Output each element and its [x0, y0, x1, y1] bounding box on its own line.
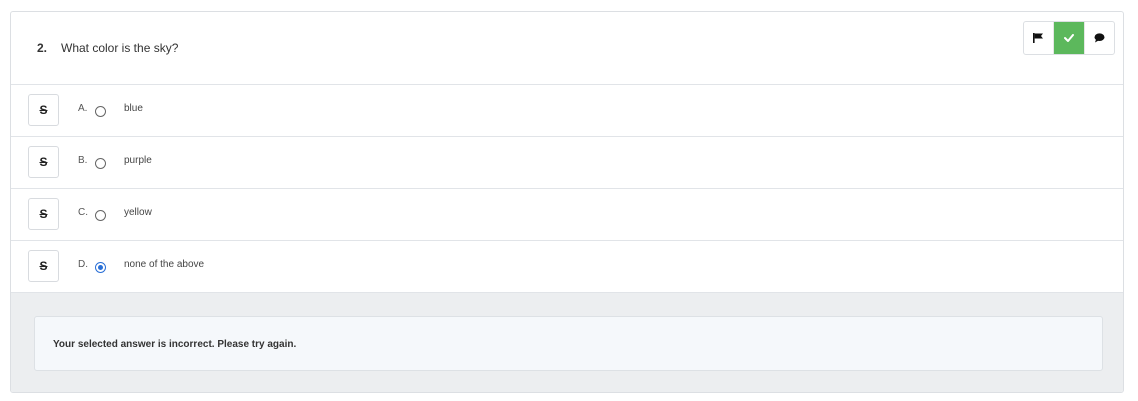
option-radio[interactable]	[95, 210, 106, 221]
option-letter: B.	[78, 155, 88, 166]
question-number: 2.	[37, 41, 48, 55]
option-b[interactable]: S B. purple	[11, 137, 1123, 189]
option-text: blue	[124, 103, 143, 114]
option-letter: C.	[78, 207, 88, 218]
strikethrough-icon: S	[39, 259, 48, 273]
comment-button[interactable]	[1084, 22, 1114, 54]
flag-icon	[1033, 33, 1043, 43]
comment-icon	[1094, 33, 1105, 43]
feedback-area: Your selected answer is incorrect. Pleas…	[11, 293, 1123, 392]
option-radio[interactable]	[95, 106, 106, 117]
question-card: 2. What color is the sky? S A. blue S B.…	[10, 11, 1124, 393]
strikethrough-button[interactable]: S	[28, 146, 59, 178]
question-toolbar	[1023, 21, 1115, 55]
option-radio-selected[interactable]	[95, 262, 106, 273]
question-header: 2. What color is the sky?	[11, 12, 1123, 85]
strikethrough-button[interactable]: S	[28, 94, 59, 126]
strikethrough-icon: S	[39, 103, 48, 117]
check-button[interactable]	[1054, 22, 1084, 54]
feedback-message: Your selected answer is incorrect. Pleas…	[53, 339, 297, 350]
option-letter: A.	[78, 103, 88, 114]
strikethrough-button[interactable]: S	[28, 198, 59, 230]
option-a[interactable]: S A. blue	[11, 85, 1123, 137]
option-text: none of the above	[124, 259, 205, 270]
strikethrough-icon: S	[39, 155, 48, 169]
flag-button[interactable]	[1024, 22, 1054, 54]
option-letter: D.	[78, 259, 88, 270]
option-text: yellow	[124, 207, 152, 218]
option-radio[interactable]	[95, 158, 106, 169]
question-text: What color is the sky?	[61, 41, 179, 55]
check-icon	[1064, 34, 1074, 42]
option-text: purple	[124, 155, 152, 166]
feedback-box: Your selected answer is incorrect. Pleas…	[34, 316, 1103, 371]
option-c[interactable]: S C. yellow	[11, 189, 1123, 241]
option-d[interactable]: S D. none of the above	[11, 241, 1123, 293]
strikethrough-icon: S	[39, 207, 48, 221]
strikethrough-button[interactable]: S	[28, 250, 59, 282]
